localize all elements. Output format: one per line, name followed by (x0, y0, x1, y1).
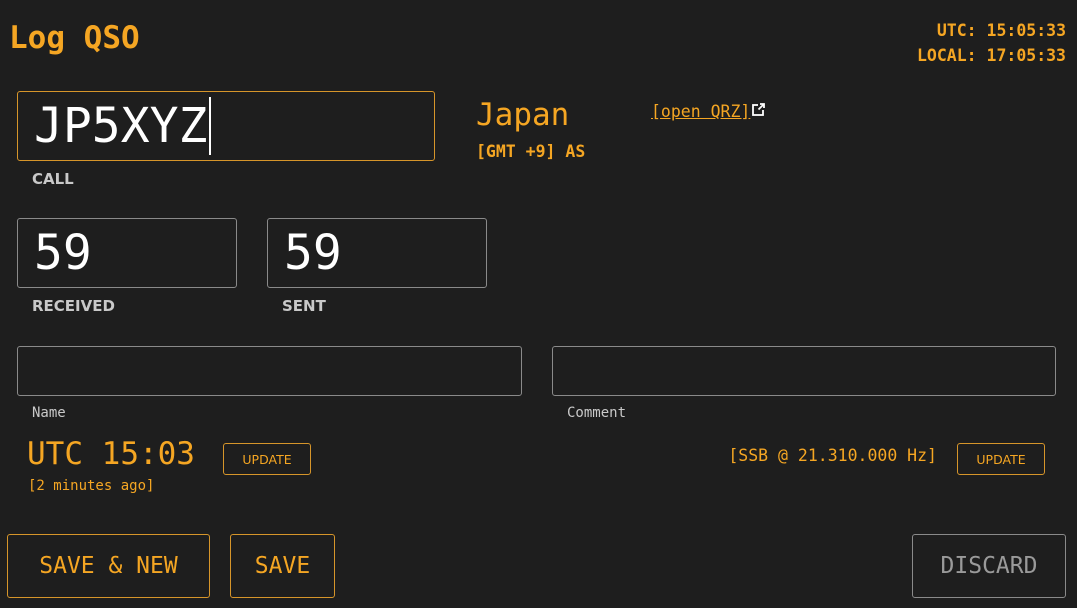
mode-frequency: [SSB @ 21.310.000 Hz] (728, 446, 937, 465)
page-title: Log QSO (9, 20, 140, 56)
save-and-new-button[interactable]: SAVE & NEW (7, 534, 210, 598)
update-time-button[interactable]: UPDATE (223, 443, 311, 475)
save-button[interactable]: SAVE (230, 534, 335, 598)
sent-rst-value: 59 (284, 225, 342, 281)
update-frequency-button[interactable]: UPDATE (957, 443, 1045, 475)
received-label: RECEIVED (32, 297, 115, 315)
comment-label: Comment (567, 405, 627, 421)
call-input[interactable]: JP5XYZ (17, 91, 435, 161)
discard-button[interactable]: DISCARD (912, 534, 1066, 598)
open-qrz-link-label: [open QRZ] (651, 102, 751, 121)
timezone-info: [GMT +9] AS (476, 142, 586, 161)
country-name: Japan (476, 97, 570, 133)
received-rst-value: 59 (34, 225, 92, 281)
sent-rst-input[interactable]: 59 (267, 218, 487, 288)
call-input-value: JP5XYZ (34, 98, 208, 154)
qso-time: UTC 15:03 (27, 436, 195, 472)
local-clock: LOCAL: 17:05:33 (916, 46, 1066, 65)
qso-time-ago: [2 minutes ago] (28, 478, 155, 494)
external-link-icon (752, 103, 766, 116)
name-input[interactable] (17, 346, 522, 396)
open-qrz-link[interactable]: [open QRZ] (651, 102, 766, 121)
call-label: CALL (32, 170, 74, 188)
received-rst-input[interactable]: 59 (17, 218, 237, 288)
name-label: Name (32, 405, 66, 421)
comment-input[interactable] (552, 346, 1056, 396)
utc-clock: UTC: 15:05:33 (936, 21, 1066, 40)
text-caret (209, 97, 212, 155)
sent-label: SENT (282, 297, 326, 315)
